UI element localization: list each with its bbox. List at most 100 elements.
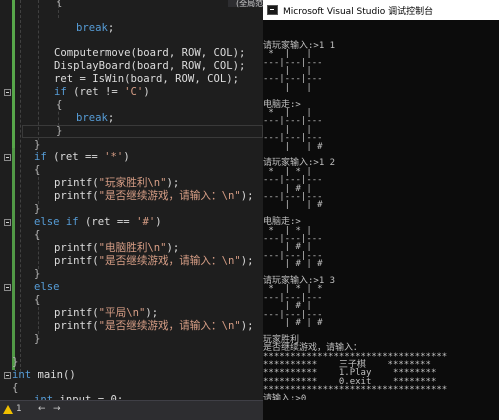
code-token: '*' xyxy=(104,151,124,163)
code-line[interactable]: } xyxy=(34,268,40,280)
warning-icon[interactable] xyxy=(3,405,13,414)
code-line[interactable]: printf("电脑胜利\n"); xyxy=(54,242,179,254)
code-token: ; xyxy=(107,112,115,124)
debug-console-window[interactable]: Microsoft Visual Studio 调试控制台 请玩家输入:>1 1… xyxy=(263,0,499,420)
code-token: printf( xyxy=(54,190,99,202)
code-token: ); xyxy=(240,320,254,332)
code-token: (board, ROW, COL); xyxy=(130,60,246,72)
console-line: | | # xyxy=(263,200,329,211)
code-token: break xyxy=(76,22,108,34)
code-token: printf( xyxy=(54,307,99,319)
code-token: ); xyxy=(166,242,180,254)
code-token: ret = IsWin(board, ROW, COL); xyxy=(54,73,239,85)
collapse-toggle[interactable] xyxy=(4,89,11,96)
collapse-toggle[interactable] xyxy=(4,219,11,226)
code-token: } xyxy=(34,203,41,215)
code-line[interactable]: if (ret == '*') xyxy=(34,151,130,163)
code-token: { xyxy=(12,382,19,394)
code-line[interactable]: else if (ret == '#') xyxy=(34,216,162,228)
code-line[interactable]: printf("玩家胜利\n"); xyxy=(54,177,179,189)
code-token: else xyxy=(34,281,60,293)
indent-guide xyxy=(38,237,39,269)
code-line[interactable]: printf("平局\n"); xyxy=(54,307,158,319)
code-token: "是否继续游戏，请输入：\n" xyxy=(98,320,241,332)
code-line[interactable]: { xyxy=(34,294,40,306)
code-line[interactable]: else xyxy=(34,281,60,293)
code-line[interactable]: } xyxy=(12,356,18,368)
code-line[interactable]: } xyxy=(34,203,40,215)
console-titlebar[interactable]: Microsoft Visual Studio 调试控制台 xyxy=(263,0,499,20)
code-line[interactable]: { xyxy=(34,229,40,241)
change-marker xyxy=(12,148,15,370)
code-token: "是否继续游戏，请输入：\n" xyxy=(98,255,241,267)
code-line[interactable]: printf("是否继续游戏，请输入：\n"); xyxy=(54,255,253,267)
console-title: Microsoft Visual Studio 调试控制台 xyxy=(283,7,434,17)
code-token: ; xyxy=(107,22,115,34)
collapse-toggle[interactable] xyxy=(4,372,11,379)
code-token: if xyxy=(34,151,47,163)
code-token: ); xyxy=(240,190,254,202)
code-line[interactable]: DisplayBoard(board, ROW, COL); xyxy=(54,60,245,72)
nav-back-button[interactable]: ← xyxy=(38,404,46,414)
console-bottom xyxy=(263,400,499,420)
code-token: "平局\n" xyxy=(98,307,146,319)
code-token: 'C' xyxy=(124,86,144,98)
code-token: "玩家胜利\n" xyxy=(98,177,167,189)
code-token: printf( xyxy=(54,242,99,254)
indent-guide xyxy=(38,0,39,140)
code-line[interactable]: printf("是否继续游戏，请输入：\n"); xyxy=(54,320,253,332)
code-token: DisplayBoard xyxy=(54,60,131,72)
code-token: int xyxy=(12,369,32,381)
code-token: { xyxy=(34,294,41,306)
code-token: printf( xyxy=(54,177,99,189)
nav-forward-button[interactable]: → xyxy=(53,404,61,414)
code-token: } xyxy=(34,333,41,345)
editor-status-bar: 1 ← → xyxy=(0,400,263,420)
code-token: } xyxy=(12,356,19,368)
code-line[interactable]: if (ret != 'C') xyxy=(54,86,150,98)
code-line[interactable]: break; xyxy=(76,112,114,124)
indent-guide xyxy=(20,0,21,372)
code-token: ); xyxy=(166,177,180,189)
code-token: else if xyxy=(34,216,79,228)
collapse-toggle[interactable] xyxy=(4,284,11,291)
scope-dropdown[interactable]: (全局范围 xyxy=(236,0,263,9)
code-token: ); xyxy=(240,255,254,267)
code-token: { xyxy=(56,0,63,8)
code-token: } xyxy=(34,139,41,151)
warning-count[interactable]: 1 xyxy=(16,404,22,414)
console-line: | # | # xyxy=(263,318,329,328)
code-line[interactable]: { xyxy=(12,382,18,394)
code-token: '#' xyxy=(136,216,156,228)
code-line[interactable]: } xyxy=(56,125,62,137)
code-token: main() xyxy=(31,369,76,381)
code-line[interactable]: Computermove(board, ROW, COL); xyxy=(54,47,245,59)
code-token: Computermove xyxy=(54,47,131,59)
code-line[interactable]: { xyxy=(56,99,62,111)
code-editor[interactable]: (全局范围 { break; Computermove(board, ROW, CO… xyxy=(0,0,263,400)
code-token: "电脑胜利\n" xyxy=(98,242,167,254)
code-token: printf( xyxy=(54,320,99,332)
console-line: | | xyxy=(263,82,329,93)
console-line: | # | # xyxy=(263,259,329,270)
code-token: { xyxy=(34,229,41,241)
code-token: ) xyxy=(123,151,130,163)
code-line[interactable]: } xyxy=(34,139,40,151)
code-line[interactable]: } xyxy=(34,333,40,345)
code-line[interactable]: printf("是否继续游戏，请输入：\n"); xyxy=(54,190,253,202)
code-token: printf( xyxy=(54,255,99,267)
code-token: ); xyxy=(145,307,159,319)
code-token: (ret != xyxy=(66,86,125,98)
code-line[interactable]: { xyxy=(34,164,40,176)
code-line[interactable]: break; xyxy=(76,22,114,34)
console-line: | | # xyxy=(263,141,329,152)
code-line[interactable]: { xyxy=(56,0,62,8)
change-marker xyxy=(12,0,15,148)
code-token: ) xyxy=(143,86,150,98)
collapse-toggle[interactable] xyxy=(4,154,11,161)
code-token: (ret == xyxy=(46,151,105,163)
code-line[interactable]: int main() xyxy=(12,369,76,381)
indent-guide xyxy=(38,302,39,334)
code-line[interactable]: ret = IsWin(board, ROW, COL); xyxy=(54,73,239,85)
code-token: break xyxy=(76,112,108,124)
